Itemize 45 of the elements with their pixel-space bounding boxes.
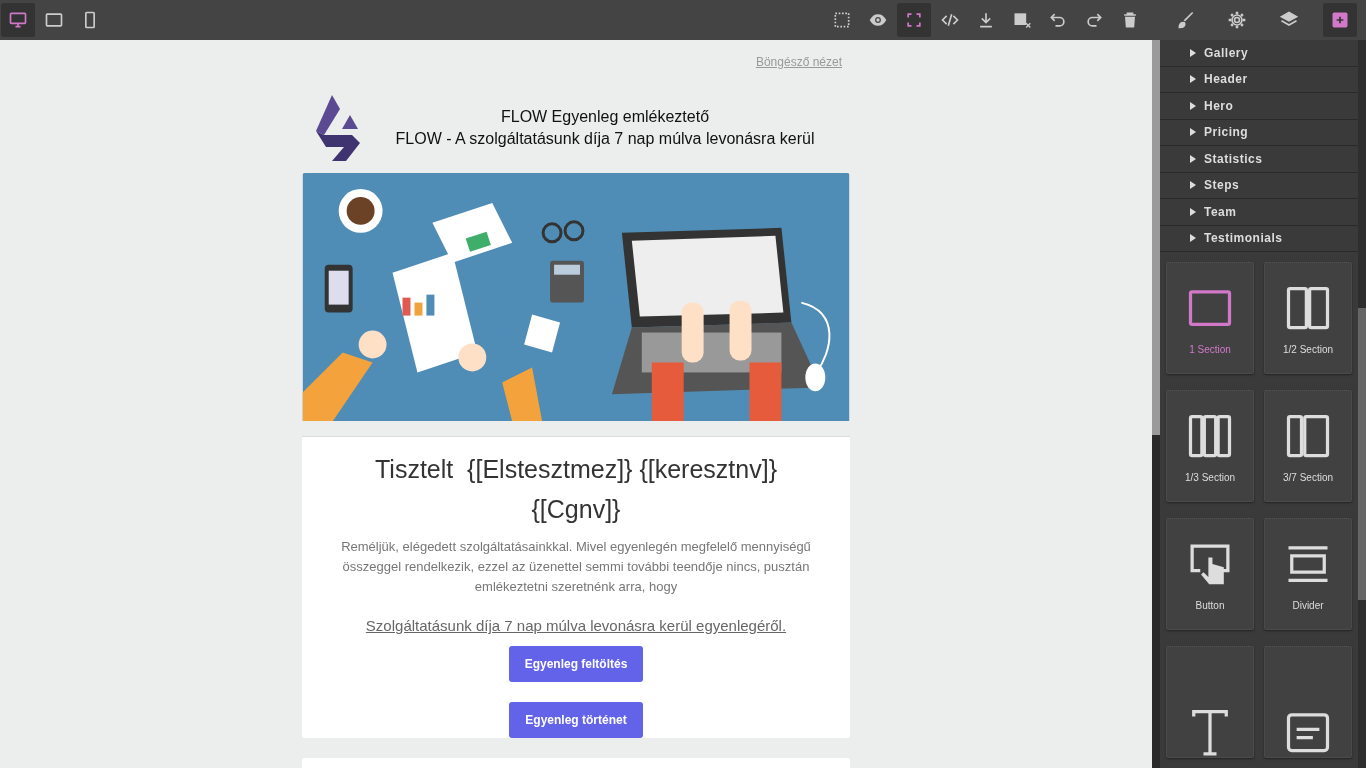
email-header-line: FLOW Egyenleg emlékeztető: [500, 107, 710, 126]
category-label: Header: [1204, 72, 1248, 87]
caret-icon: [1190, 101, 1196, 110]
caret-icon: [1190, 128, 1196, 137]
caret-icon: [1190, 154, 1196, 163]
category-label: Pricing: [1204, 125, 1249, 140]
fullscreen-icon[interactable]: [904, 10, 924, 30]
caret-icon: [1190, 234, 1196, 243]
category-label: Steps: [1204, 178, 1240, 193]
caret-icon: [1190, 75, 1196, 84]
fee-notice-link[interactable]: Szolgáltatásunk díja 7 nap múlva levonásra kerül egyenlegéről.: [365, 617, 787, 635]
tablet-icon[interactable]: [44, 10, 64, 30]
category-label: Team: [1204, 204, 1237, 219]
caret-icon: [1190, 207, 1196, 216]
greeting-heading: Tisztelt {[Elstesztmez]} {[keresztnv]} {[Cgnv]}: [374, 454, 778, 526]
category-label: Hero: [1204, 98, 1234, 113]
device-button[interactable]: [1, 3, 35, 37]
logo-icon: [316, 94, 360, 161]
toolbar-button[interactable]: [897, 3, 931, 37]
category-label: Testimonials: [1204, 231, 1283, 246]
caret-icon: [1190, 181, 1196, 190]
category-label: Statistics: [1204, 151, 1263, 166]
image-remove-icon[interactable]: [1012, 10, 1032, 30]
block-tile[interactable]: 1/3 Section: [1166, 390, 1254, 502]
balance-button[interactable]: Egyenleg történet: [509, 702, 643, 739]
email-header-line: FLOW - A szolgáltatásunk díja 7 nap múlva levonásra kerül: [395, 129, 815, 148]
block-tile[interactable]: Button: [1166, 518, 1254, 630]
dashed-square-icon[interactable]: [832, 10, 852, 30]
block-tile[interactable]: 1/2 Section: [1264, 262, 1352, 374]
intro-paragraph: Reméljük, elégedett szolgáltatásainkkal. Mivel egyenlegén megfelelő mennyiségű összeggel rendelkezik, ezzel az üzenettel semmi további teendője nincs, pusztán emlékeztetni szeretnénk arra, hogy: [340, 538, 812, 597]
balance-button[interactable]: Egyenleg feltöltés: [508, 646, 644, 683]
category-label: Gallery: [1204, 45, 1249, 60]
block-tile[interactable]: 1 Section: [1166, 262, 1254, 374]
desktop-icon[interactable]: [8, 10, 28, 30]
block-tile[interactable]: [1166, 646, 1254, 758]
block-tile[interactable]: Divider: [1264, 518, 1352, 630]
scrollbar-thumb[interactable]: [1152, 40, 1160, 435]
scrollbar-thumb[interactable]: [1358, 308, 1366, 600]
panel-tab[interactable]: [1323, 3, 1358, 37]
caret-icon: [1190, 48, 1196, 57]
block-tile[interactable]: [1264, 646, 1352, 758]
add-block-icon[interactable]: [1330, 10, 1351, 30]
brush-icon[interactable]: [1175, 10, 1196, 30]
settings-icon[interactable]: [1227, 10, 1248, 30]
block-tile[interactable]: 3/7 Section: [1264, 390, 1352, 502]
